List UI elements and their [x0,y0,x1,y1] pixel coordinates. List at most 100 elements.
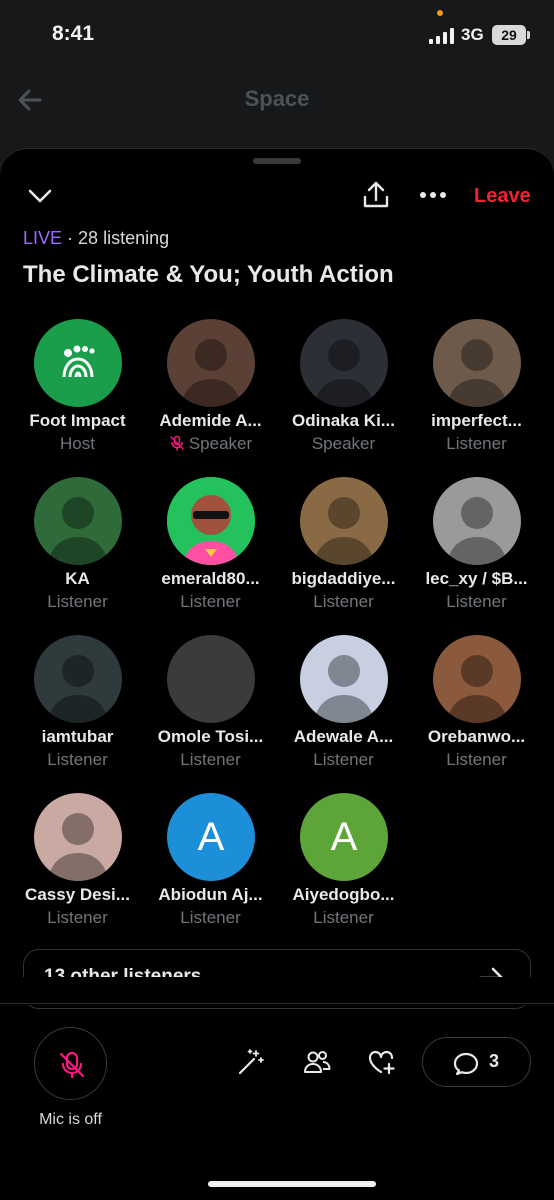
space-sheet: Leave LIVE · 28 listening The Climate & … [0,148,554,1200]
people-icon[interactable] [302,1047,332,1077]
participant-item[interactable]: Orebanwo... Listener [410,635,543,785]
avatar[interactable] [300,477,388,565]
participant-name: Cassy Desi... [25,885,130,904]
participant-name: Foot Impact [29,411,126,430]
avatar[interactable] [167,635,255,723]
participant-role-text: Listener [313,592,374,611]
sheet-handle[interactable] [253,158,301,164]
avatar[interactable] [433,319,521,407]
status-time: 8:41 [52,22,95,45]
divider [0,1003,554,1004]
signal-icon [429,28,454,44]
avatar[interactable]: A [167,793,255,881]
avatar[interactable] [34,635,122,723]
participant-item[interactable]: KA Listener [11,477,144,627]
profile-photo-icon [314,339,374,407]
background-header: Space [0,70,554,130]
participant-role: Listener [410,750,543,770]
participant-role: Listener [144,592,277,612]
comment-count: 3 [489,1051,500,1071]
participant-name: Abiodun Aj... [158,885,263,904]
separator-dot: · [67,228,79,248]
participant-item[interactable]: Foot Impact Host [11,319,144,469]
mic-muted-icon [170,435,184,451]
avatar[interactable] [34,793,122,881]
participant-role: Listener [144,908,277,928]
avatar[interactable]: A [300,793,388,881]
privacy-indicator-icon [437,10,443,16]
participant-role: Listener [144,750,277,770]
participant-item[interactable]: emerald80... Listener [144,477,277,627]
participant-role-text: Listener [313,908,374,927]
participant-item[interactable]: Odinaka Ki... Speaker [277,319,410,469]
share-icon[interactable] [361,180,391,210]
participant-role-text: Listener [313,750,374,769]
participant-name: Omole Tosi... [157,727,264,746]
profile-photo-icon [447,339,507,407]
participant-item[interactable]: lec_xy / $B... Listener [410,477,543,627]
participant-role-text: Listener [47,750,108,769]
avatar-letter: A [330,815,358,859]
network-type: 3G [461,25,484,44]
profile-photo-icon [48,813,108,881]
participant-name: emerald80... [161,569,260,588]
participant-name: imperfect... [431,411,522,430]
participant-role-text: Host [60,434,95,453]
participant-role-text: Listener [180,592,241,611]
profile-photo-icon [181,339,241,407]
comments-button[interactable]: 3 [422,1037,531,1087]
profile-photo-icon [314,497,374,565]
participant-item[interactable]: A Abiodun Aj... Listener [144,793,277,943]
participant-role: Speaker [277,434,410,454]
participant-item[interactable]: Cassy Desi... Listener [11,793,144,943]
participant-name: Orebanwo... [427,727,526,746]
scroll-fade [0,977,554,1005]
participant-item[interactable]: A Aiyedogbo... Listener [277,793,410,943]
avatar[interactable] [433,477,521,565]
participant-role: Listener [277,750,410,770]
participant-name: bigdaddiye... [291,569,396,588]
battery-icon: 29 [492,25,530,45]
profile-photo-icon [447,497,507,565]
participant-name: Ademide A... [159,411,262,430]
avatar[interactable] [34,477,122,565]
participant-item[interactable]: Ademide A... Speaker [144,319,277,469]
heart-add-icon[interactable] [366,1047,396,1077]
participant-role: Listener [11,750,144,770]
status-bar: 8:41 3G 29 [0,0,554,70]
leave-button[interactable]: Leave [474,185,531,208]
avatar[interactable] [300,635,388,723]
avatar[interactable] [167,319,255,407]
participant-role: Listener [11,592,144,612]
collapse-chevron-icon[interactable] [26,185,54,207]
avatar[interactable] [167,477,255,565]
live-status: LIVE · 28 listening [23,228,169,249]
avatar-letter: A [197,815,225,859]
participant-role: Host [11,434,144,454]
avatar[interactable] [300,319,388,407]
participant-item[interactable]: Adewale A... Listener [277,635,410,785]
participant-role-text: Listener [180,908,241,927]
avatar[interactable] [34,319,122,407]
foot-impact-logo-icon [62,345,95,378]
participant-item[interactable]: Omole Tosi... Listener [144,635,277,785]
profile-photo-icon [48,655,108,723]
more-options-icon[interactable] [418,183,448,207]
magic-wand-icon[interactable] [236,1047,266,1077]
participant-item[interactable]: iamtubar Listener [11,635,144,785]
mic-toggle-button[interactable] [34,1027,107,1100]
participant-role-text: Listener [47,592,108,611]
participant-name: KA [65,569,90,588]
participant-item[interactable]: imperfect... Listener [410,319,543,469]
avatar[interactable] [433,635,521,723]
participant-name: Adewale A... [293,727,394,746]
profile-photo-icon [314,655,374,723]
participant-role-text: Speaker [188,434,253,453]
mic-off-icon [59,1051,85,1079]
participant-item[interactable]: bigdaddiye... Listener [277,477,410,627]
background-title: Space [244,86,310,111]
participant-name: Aiyedogbo... [292,885,395,904]
home-indicator[interactable] [208,1181,376,1187]
mic-status-label: Mic is off [39,1111,102,1128]
participant-role: Speaker [144,434,277,454]
